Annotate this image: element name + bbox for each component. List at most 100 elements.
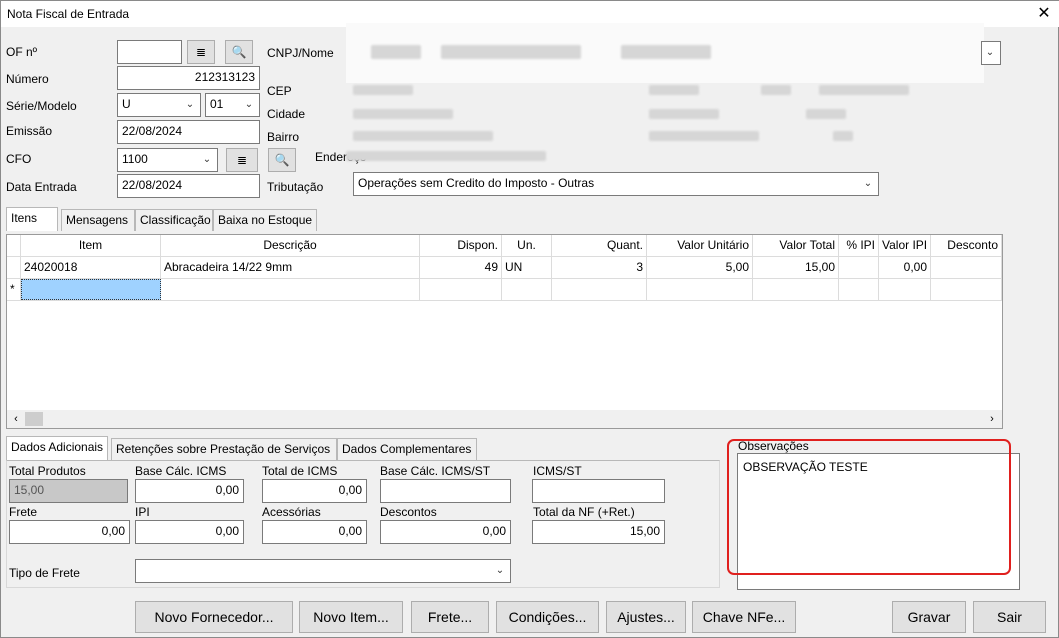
tab-mensagens[interactable]: Mensagens [61,209,135,231]
close-icon[interactable]: ✕ [1034,4,1054,24]
grid-header: Item Descrição Dispon. Un. Quant. Valor … [7,235,1002,257]
cell-valor-unitario[interactable]: 5,00 [647,257,753,278]
col-descricao[interactable]: Descrição [161,235,420,256]
total-nf-input[interactable]: 15,00 [532,520,665,544]
of-input[interactable] [117,40,182,64]
tab-retencoes[interactable]: Retenções sobre Prestação de Serviços [111,438,337,460]
cfo-value: 1100 [122,152,148,166]
redacted-field [649,85,699,95]
numero-input[interactable]: 212313123 [117,66,260,90]
col-pct-ipi[interactable]: % IPI [839,235,879,256]
data-entrada-label: Data Entrada [6,180,77,194]
col-valor-ipi[interactable]: Valor IPI [879,235,931,256]
novo-fornecedor-button[interactable]: Novo Fornecedor... [135,601,293,633]
cnpj-label: CNPJ/Nome [267,46,334,60]
ajustes-button[interactable]: Ajustes... [606,601,686,633]
horizontal-scrollbar[interactable]: ‹ › [7,410,1002,428]
col-dispon[interactable]: Dispon. [420,235,502,256]
acessorias-input[interactable]: 0,00 [262,520,367,544]
tab-itens[interactable]: Itens [6,207,58,231]
cnpj-dropdown[interactable]: ⌄ [981,41,1001,65]
empty-cell[interactable] [161,279,420,300]
col-quant[interactable]: Quant. [552,235,647,256]
new-row[interactable]: * [7,279,1002,301]
redacted-field [621,45,711,59]
base-icms-st-input[interactable] [380,479,511,503]
sair-button[interactable]: Sair [973,601,1046,633]
cell-desconto[interactable] [931,257,1002,278]
empty-cell[interactable] [647,279,753,300]
search-icon: 🔍 [231,45,247,59]
table-row[interactable]: 24020018 Abracadeira 14/22 9mm 49 UN 3 5… [7,257,1002,279]
condicoes-button[interactable]: Condições... [496,601,599,633]
redacted-field [441,45,581,59]
top-tabs: Itens Mensagens Classificação Baixa no E… [6,207,426,231]
col-un[interactable]: Un. [502,235,552,256]
cell-un[interactable]: UN [502,257,552,278]
icms-st-input[interactable] [532,479,665,503]
tipo-frete-select[interactable]: ⌄ [135,559,511,583]
cell-quant[interactable]: 3 [552,257,647,278]
of-list-button[interactable]: ≣ [187,40,215,64]
total-icms-input[interactable]: 0,00 [262,479,367,503]
chevron-down-icon: ⌄ [185,99,195,110]
modelo-select[interactable]: 01 ⌄ [205,93,260,117]
search-icon: 🔍 [274,153,290,167]
cell-descricao[interactable]: Abracadeira 14/22 9mm [161,257,420,278]
cfo-search-button[interactable]: 🔍 [268,148,296,172]
items-grid[interactable]: Item Descrição Dispon. Un. Quant. Valor … [6,234,1003,429]
redacted-field [371,45,421,59]
cell-valor-ipi[interactable]: 0,00 [879,257,931,278]
cell-valor-total[interactable]: 15,00 [753,257,839,278]
cfo-label: CFO [6,152,32,166]
emissao-input[interactable]: 22/08/2024 [117,120,260,144]
emissao-label: Emissão [6,124,53,138]
window: Nota Fiscal de Entrada ✕ OF nº ≣ 🔍 Númer… [0,0,1059,638]
base-icms-label: Base Cálc. ICMS [135,464,227,478]
gravar-button[interactable]: Gravar [892,601,966,633]
empty-cell[interactable] [420,279,502,300]
scroll-thumb[interactable] [25,412,43,426]
ipi-input[interactable]: 0,00 [135,520,244,544]
empty-cell[interactable] [502,279,552,300]
empty-cell[interactable] [931,279,1002,300]
cfo-select[interactable]: 1100 ⌄ [117,148,218,172]
col-valor-total[interactable]: Valor Total [753,235,839,256]
base-icms-input[interactable]: 0,00 [135,479,244,503]
chave-nfe-button[interactable]: Chave NFe... [692,601,796,633]
col-item[interactable]: Item [21,235,161,256]
bairro-label: Bairro [267,130,300,144]
chevron-down-icon: ⌄ [863,178,873,189]
tab-baixa-estoque[interactable]: Baixa no Estoque [213,209,317,231]
cell-pct-ipi[interactable] [839,257,879,278]
novo-item-button[interactable]: Novo Item... [299,601,403,633]
col-valor-unitario[interactable]: Valor Unitário [647,235,753,256]
scroll-left-icon[interactable]: ‹ [9,411,23,427]
cell-item[interactable]: 24020018 [21,257,161,278]
observacoes-highlight [727,439,1011,575]
serie-select[interactable]: U ⌄ [117,93,201,117]
data-entrada-input[interactable]: 22/08/2024 [117,174,260,198]
row-marker-header [7,235,21,256]
col-desconto[interactable]: Desconto [931,235,1002,256]
empty-cell[interactable] [879,279,931,300]
frete-input[interactable]: 0,00 [9,520,130,544]
empty-cell[interactable] [753,279,839,300]
of-search-button[interactable]: 🔍 [225,40,253,64]
frete-button[interactable]: Frete... [411,601,489,633]
empty-cell[interactable] [552,279,647,300]
new-item-cell[interactable] [21,279,161,300]
cell-dispon[interactable]: 49 [420,257,502,278]
descontos-input[interactable]: 0,00 [380,520,511,544]
empty-cell[interactable] [839,279,879,300]
tab-dados-adicionais[interactable]: Dados Adicionais [6,436,108,460]
ipi-label: IPI [135,505,150,519]
redacted-field [353,109,453,119]
total-produtos-input: 15,00 [9,479,128,503]
cfo-list-button[interactable]: ≣ [226,148,258,172]
redacted-field [649,109,719,119]
tab-classificacao[interactable]: Classificação [135,209,213,231]
scroll-right-icon[interactable]: › [985,411,999,427]
tributacao-select[interactable]: Operações sem Credito do Imposto - Outra… [353,172,879,196]
tab-dados-complementares[interactable]: Dados Complementares [337,438,477,460]
